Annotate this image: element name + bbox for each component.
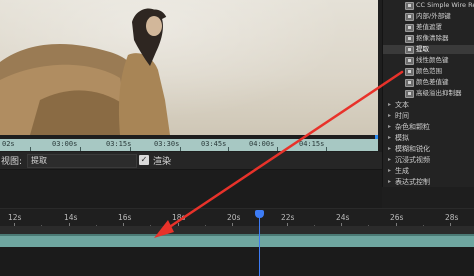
annotation-arrow [154, 70, 404, 238]
annotation-arrowhead [154, 220, 174, 238]
annotation-arrow-shaft [166, 70, 404, 230]
